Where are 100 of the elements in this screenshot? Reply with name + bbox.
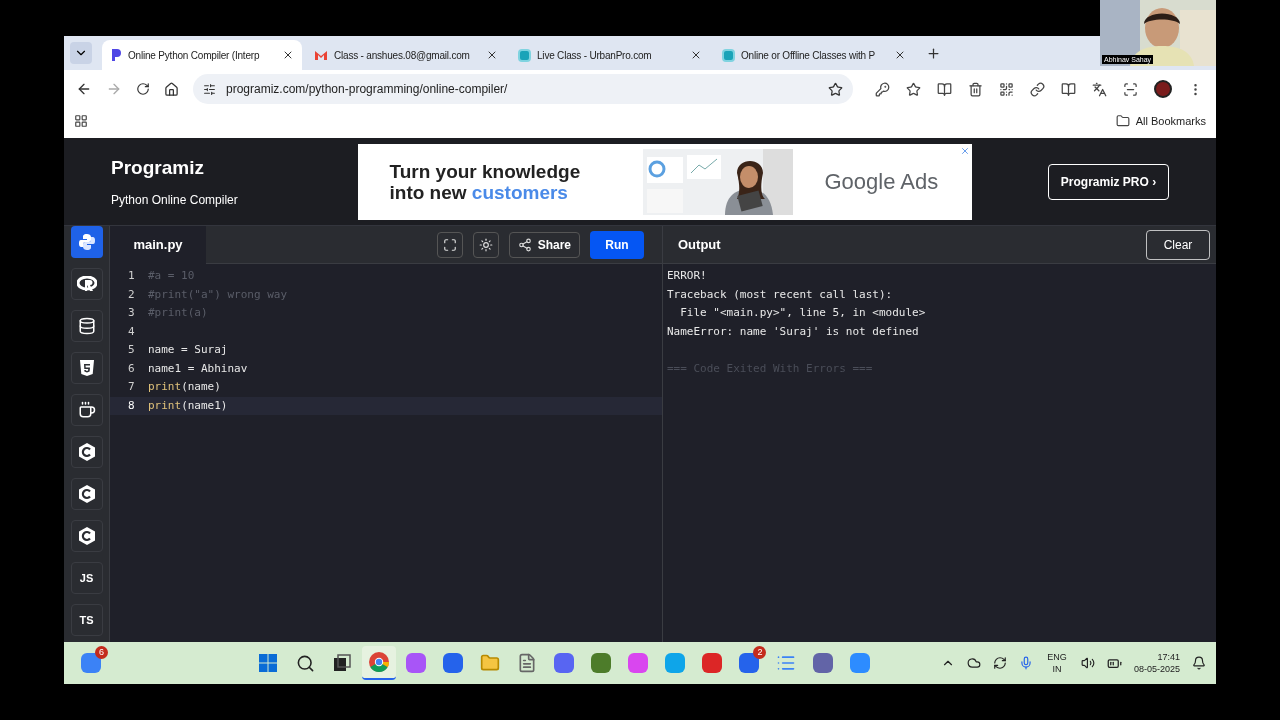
share-button[interactable]: Share [508, 231, 580, 258]
book-icon[interactable] [1061, 81, 1076, 97]
hexagon-c-icon [77, 526, 96, 546]
language-button[interactable] [70, 436, 103, 468]
code-token: name = Suraj [148, 342, 228, 358]
translate-icon[interactable] [1092, 81, 1107, 97]
code-token: print [148, 379, 182, 395]
code-token: (name1) [181, 397, 228, 414]
language-button[interactable] [70, 520, 103, 552]
close-ad-icon[interactable] [959, 145, 970, 156]
apps-grid-icon[interactable] [74, 114, 88, 128]
theme-button[interactable] [472, 231, 499, 258]
site-settings-icon[interactable] [203, 82, 216, 96]
cloud-icon[interactable] [966, 656, 981, 670]
output-line: NameError: name 'Suraj' is not defined [667, 323, 920, 340]
clock[interactable]: 17:41 08-05-2025 [1133, 651, 1180, 675]
tab-title: Online or Offline Classes with P [741, 48, 877, 63]
mail-favicon-icon [314, 49, 328, 61]
clear-button[interactable]: Clear [1146, 229, 1210, 260]
coffee-cup-icon [77, 401, 96, 419]
bookmark-star-icon[interactable] [828, 81, 843, 97]
tab-title: Live Class - UrbanPro.com [537, 48, 653, 63]
line-number: 7 [127, 379, 136, 395]
programiz-pro-button[interactable]: Programiz PRO › [1048, 163, 1169, 200]
line-number: 5 [127, 342, 136, 358]
notepad-icon [776, 653, 797, 673]
line-number: 6 [127, 360, 136, 377]
language-button[interactable] [70, 268, 103, 300]
task-view-icon [333, 654, 352, 672]
chrome-icon [368, 651, 391, 673]
code-token: (name) [181, 379, 221, 395]
bookmarks-folder[interactable]: All Bookmarks [1135, 112, 1206, 130]
browser-tab[interactable]: Online Python Compiler (Interp [102, 40, 302, 70]
file-tab[interactable]: main.py [110, 225, 206, 264]
code-token: name1 = Abhinav [148, 360, 248, 377]
code-token: #a = 10 [148, 268, 195, 284]
profile-avatar[interactable] [1154, 80, 1172, 98]
sync-icon[interactable] [992, 656, 1007, 670]
search-icon [295, 653, 315, 673]
folder-icon [1115, 114, 1130, 128]
address-bar[interactable]: programiz.com/python-programming/online-compiler/ [193, 74, 853, 104]
input-language[interactable]: ENG IN [1044, 651, 1069, 675]
fullscreen-button[interactable] [436, 231, 463, 258]
star-icon[interactable] [906, 81, 921, 97]
output-title: Output [678, 235, 721, 254]
programiz-logo[interactable]: Programiz [111, 154, 281, 183]
notification-bell-icon[interactable] [1192, 656, 1206, 670]
tab-title: Class - anshues.08@gmail.com [334, 48, 471, 63]
python-icon [77, 233, 96, 251]
trash-icon[interactable] [968, 81, 983, 97]
line-number: 2 [127, 286, 136, 303]
compiler-subtitle: Python Online Compiler [111, 191, 239, 209]
language-button[interactable] [70, 226, 103, 258]
key-icon[interactable] [875, 81, 890, 97]
windows-start-icon [258, 653, 279, 673]
browser-tab[interactable]: Online or Offline Classes with P [714, 40, 914, 70]
language-code: ENG [1047, 651, 1067, 663]
database-icon [77, 317, 96, 335]
line-number: 1 [127, 268, 136, 284]
volume-icon[interactable] [1080, 656, 1095, 670]
line-number: 8 [127, 397, 136, 414]
language-button[interactable] [70, 310, 103, 342]
taskbar-app[interactable]: 6 [74, 646, 108, 680]
close-icon[interactable] [894, 49, 906, 61]
browser-tab[interactable]: Class - anshues.08@gmail.com [306, 40, 506, 70]
language-button[interactable] [70, 394, 103, 426]
ad-headline: Turn your knowledge [389, 160, 582, 182]
back-icon[interactable] [76, 81, 92, 97]
language-button[interactable] [70, 478, 103, 510]
new-tab-icon[interactable] [926, 46, 941, 61]
reload-icon[interactable] [136, 82, 150, 96]
microphone-icon[interactable] [1018, 656, 1033, 670]
close-icon[interactable] [690, 49, 702, 61]
reading-list-icon[interactable] [937, 81, 952, 97]
language-button[interactable] [70, 352, 103, 384]
home-icon[interactable] [164, 81, 179, 97]
qr-code-icon[interactable] [999, 81, 1014, 97]
r-logo-icon [76, 276, 97, 292]
advertisement-banner[interactable]: Turn your knowledge into new customers Google Ads [357, 143, 972, 220]
hexagon-c-icon [77, 442, 96, 462]
programiz-favicon-icon [110, 48, 122, 62]
taskbar-app[interactable]: 2 [732, 646, 767, 680]
share-icon [517, 237, 532, 252]
browser-tab[interactable]: Live Class - UrbanPro.com [510, 40, 710, 70]
clock-time: 17:41 [1157, 651, 1180, 663]
run-button[interactable]: Run [590, 230, 644, 259]
html-shield-icon [78, 359, 95, 377]
link-icon[interactable] [1030, 81, 1045, 97]
language-button[interactable]: JS [70, 562, 103, 594]
line-number: 3 [127, 305, 136, 321]
close-icon[interactable] [282, 49, 294, 61]
fullscreen-icon [442, 237, 457, 252]
language-button[interactable]: TS [70, 604, 103, 636]
code-token: #print("a") wrong way [148, 286, 288, 303]
close-icon[interactable] [486, 49, 498, 61]
scan-icon[interactable] [1123, 81, 1138, 97]
tab-list-button[interactable] [70, 42, 92, 64]
folder-icon [480, 653, 501, 673]
sun-icon [478, 237, 493, 252]
ad-headline: into new customers [389, 181, 568, 203]
